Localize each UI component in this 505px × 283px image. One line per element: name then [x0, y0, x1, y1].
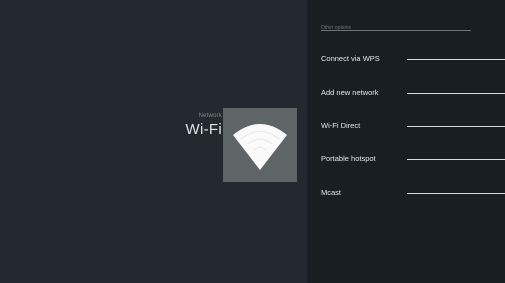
page-header: Network Wi-Fi [186, 113, 222, 138]
menu-item-label: Add new network [321, 88, 379, 97]
header-panel: Network Wi-Fi [0, 0, 307, 283]
menu-item-label: Portable hotspot [321, 154, 376, 163]
menu-item-label: Mcast [321, 188, 342, 197]
menu-item-add-new-network[interactable]: Add new network [321, 87, 505, 99]
page-title: Wi-Fi [185, 121, 222, 138]
divider [407, 59, 505, 60]
section-header: Other options [321, 16, 471, 31]
section-label: Other options [321, 25, 352, 31]
wifi-icon [223, 108, 297, 182]
divider [407, 93, 505, 94]
breadcrumb: Network [198, 113, 222, 119]
divider [407, 159, 505, 160]
menu-item-mcast[interactable]: Mcast [321, 187, 505, 199]
menu-item-label: Wi-Fi Direct [321, 121, 361, 130]
menu-item-portable-hotspot[interactable]: Portable hotspot [321, 153, 505, 165]
menu-item-label: Connect via WPS [321, 54, 380, 63]
menu-item-wifi-direct[interactable]: Wi-Fi Direct [321, 120, 505, 132]
options-panel: Other options Connect via WPS Add new ne… [307, 0, 505, 283]
wifi-settings-screen: Network Wi-Fi Other options Connect via … [0, 0, 505, 283]
divider [407, 126, 505, 127]
menu-item-connect-via-wps[interactable]: Connect via WPS [321, 53, 505, 65]
divider [407, 193, 505, 194]
